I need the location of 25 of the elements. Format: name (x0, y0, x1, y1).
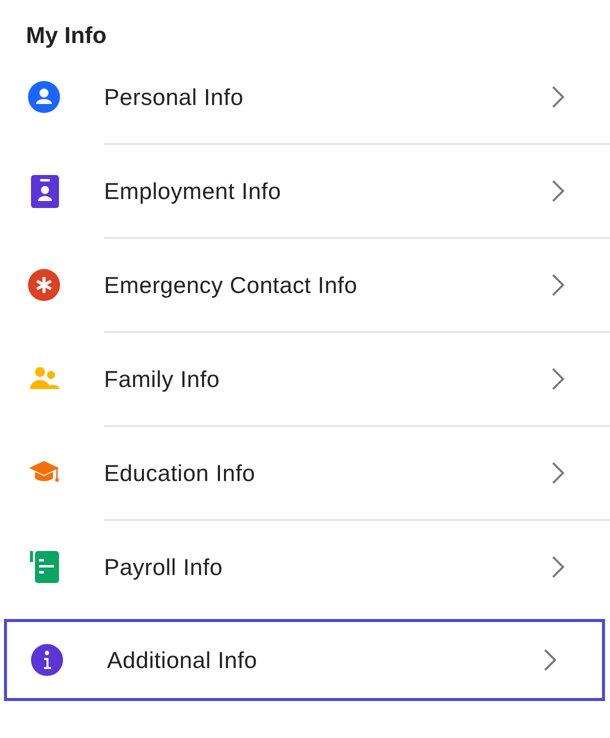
menu-item[interactable]: Employment Info (0, 145, 610, 237)
menu-item-label: Employment Info (104, 178, 282, 204)
chevron-icon (550, 554, 566, 580)
chevron-icon (550, 178, 566, 204)
chevron-icon (550, 84, 566, 110)
chevron-icon (542, 647, 558, 673)
menu-item[interactable]: Emergency Contact Info (0, 239, 610, 331)
menu-item-label: Emergency Contact Info (104, 272, 358, 298)
menu-item-label: Additional Info (107, 646, 258, 674)
menu-item[interactable]: Education Info (0, 427, 610, 519)
menu-item[interactable]: Additional Info (4, 619, 605, 701)
menu-item[interactable]: Personal Info (0, 51, 610, 143)
chevron-icon (550, 272, 566, 298)
section-title: My Info (25, 21, 108, 50)
menu-item-label: Family Info (104, 366, 221, 392)
menu-item-label: Education Info (104, 460, 256, 486)
menu-item-label: Payroll Info (104, 554, 224, 580)
asterisk-icon (26, 267, 62, 303)
info-icon (29, 642, 65, 678)
chevron-icon (550, 366, 566, 392)
menu-item[interactable]: Family Info (0, 333, 610, 425)
chevron-icon (550, 460, 566, 486)
menu-item-label: Personal Info (104, 84, 244, 110)
person-icon (26, 79, 62, 115)
menu-item[interactable]: Payroll Info (0, 521, 610, 613)
